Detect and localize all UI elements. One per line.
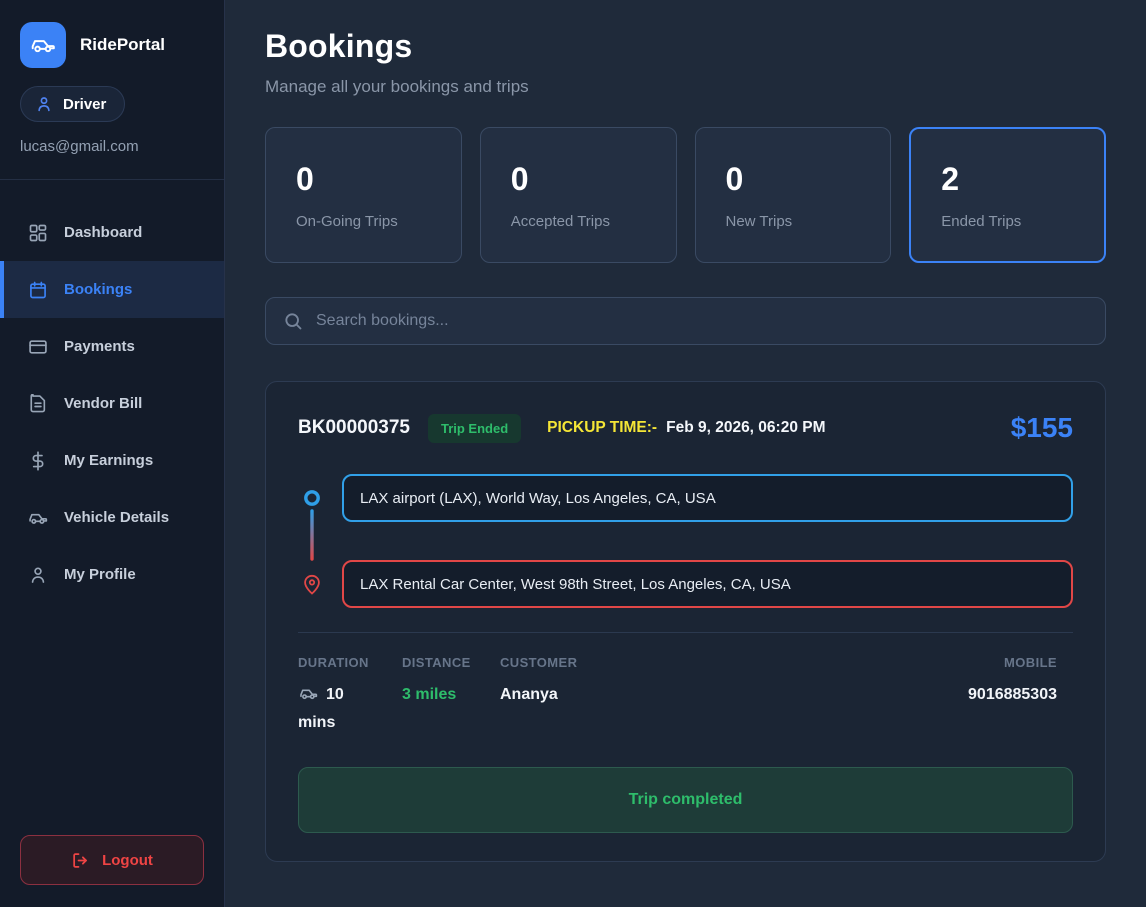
- nav-label: My Profile: [64, 566, 136, 583]
- sidebar-item-payments[interactable]: Payments: [0, 318, 224, 375]
- duration-label: DURATION: [298, 655, 402, 670]
- booking-id: BK00000375: [298, 417, 410, 439]
- user-icon: [35, 95, 53, 113]
- trip-status-badge: Trip Ended: [428, 414, 521, 443]
- route-markers: [300, 474, 324, 608]
- search-icon: [283, 311, 303, 331]
- stats-row: 0 On-Going Trips 0 Accepted Trips 0 New …: [265, 127, 1106, 263]
- logout-label: Logout: [102, 852, 153, 869]
- route-section: LAX airport (LAX), World Way, Los Angele…: [298, 474, 1073, 608]
- duration-column: DURATION 10 mins: [298, 655, 402, 737]
- role-label: Driver: [63, 96, 106, 113]
- sidebar-item-my-profile[interactable]: My Profile: [0, 546, 224, 603]
- sidebar-item-dashboard[interactable]: Dashboard: [0, 204, 224, 261]
- section-divider: [298, 632, 1073, 633]
- dropoff-location-field[interactable]: LAX Rental Car Center, West 98th Street,…: [342, 560, 1073, 608]
- stat-value: 0: [296, 161, 431, 198]
- sidebar-item-vendor-bill[interactable]: Vendor Bill: [0, 375, 224, 432]
- pickup-location-field[interactable]: LAX airport (LAX), World Way, Los Angele…: [342, 474, 1073, 522]
- trip-details: DURATION 10 mins DISTANCE 3 miles CUSTOM…: [298, 655, 1073, 737]
- stat-value: 0: [726, 161, 861, 198]
- pickup-time-value: Feb 9, 2026, 06:20 PM: [666, 419, 825, 437]
- sidebar-item-my-earnings[interactable]: My Earnings: [0, 432, 224, 489]
- document-icon: [28, 394, 48, 414]
- mobile-label: MOBILE: [968, 655, 1057, 670]
- booking-card: BK00000375 Trip Ended PICKUP TIME:- Feb …: [265, 381, 1106, 862]
- nav-label: Vehicle Details: [64, 509, 169, 526]
- credit-card-icon: [28, 337, 48, 357]
- dollar-icon: [28, 451, 48, 471]
- driver-role-badge: Driver: [20, 86, 125, 122]
- pickup-time-label: PICKUP TIME:-: [547, 419, 657, 437]
- stat-label: New Trips: [726, 213, 861, 230]
- sidebar-item-vehicle-details[interactable]: Vehicle Details: [0, 489, 224, 546]
- stat-card-ongoing-trips[interactable]: 0 On-Going Trips: [265, 127, 462, 263]
- user-email: lucas@gmail.com: [20, 138, 204, 155]
- nav-label: Payments: [64, 338, 135, 355]
- logout-button[interactable]: Logout: [20, 835, 204, 885]
- app-root: RidePortal Driver lucas@gmail.com Dashbo…: [0, 0, 1146, 907]
- distance-label: DISTANCE: [402, 655, 500, 670]
- pickup-marker-icon: [306, 492, 318, 504]
- stat-card-ended-trips[interactable]: 2 Ended Trips: [909, 127, 1106, 263]
- stat-label: Accepted Trips: [511, 213, 646, 230]
- duration-value: 10 mins: [298, 681, 378, 737]
- nav-label: Vendor Bill: [64, 395, 142, 412]
- logout-icon: [71, 851, 90, 870]
- main-content: Bookings Manage all your bookings and tr…: [225, 0, 1146, 907]
- distance-value: 3 miles: [402, 681, 500, 709]
- page-subtitle: Manage all your bookings and trips: [265, 77, 1106, 97]
- customer-label: CUSTOMER: [500, 655, 968, 670]
- stat-card-new-trips[interactable]: 0 New Trips: [695, 127, 892, 263]
- sidebar-item-bookings[interactable]: Bookings: [0, 261, 224, 318]
- dropoff-pin-icon: [305, 576, 319, 594]
- stat-label: Ended Trips: [941, 213, 1074, 230]
- calendar-icon: [28, 280, 48, 300]
- nav-label: Bookings: [64, 281, 132, 298]
- booking-header: BK00000375 Trip Ended PICKUP TIME:- Feb …: [298, 412, 1073, 444]
- sidebar-nav: Dashboard Bookings Payments Vendor Bill …: [0, 180, 224, 603]
- page-title: Bookings: [265, 28, 1106, 65]
- sidebar-spacer: [0, 603, 224, 835]
- rideportal-logo-car-icon: [20, 22, 66, 68]
- distance-column: DISTANCE 3 miles: [402, 655, 500, 737]
- nav-label: Dashboard: [64, 224, 142, 241]
- mobile-value: 9016885303: [968, 681, 1057, 709]
- profile-section: RidePortal Driver lucas@gmail.com: [0, 0, 224, 180]
- stat-value: 0: [511, 161, 646, 198]
- dashboard-icon: [28, 223, 48, 243]
- brand-name: RidePortal: [80, 35, 165, 55]
- stat-card-accepted-trips[interactable]: 0 Accepted Trips: [480, 127, 677, 263]
- search-bar[interactable]: [265, 297, 1106, 345]
- stat-value: 2: [941, 161, 1074, 198]
- search-input[interactable]: [316, 312, 1088, 330]
- nav-label: My Earnings: [64, 452, 153, 469]
- mobile-column: MOBILE 9016885303: [968, 655, 1073, 737]
- user-icon: [28, 565, 48, 585]
- stat-label: On-Going Trips: [296, 213, 431, 230]
- trip-price: $155: [1011, 412, 1073, 444]
- sidebar: RidePortal Driver lucas@gmail.com Dashbo…: [0, 0, 225, 907]
- customer-value: Ananya: [500, 681, 968, 709]
- car-icon: [298, 684, 319, 703]
- car-icon: [28, 508, 48, 528]
- customer-column: CUSTOMER Ananya: [500, 655, 968, 737]
- brand: RidePortal: [20, 22, 204, 68]
- trip-completed-button[interactable]: Trip completed: [298, 767, 1073, 833]
